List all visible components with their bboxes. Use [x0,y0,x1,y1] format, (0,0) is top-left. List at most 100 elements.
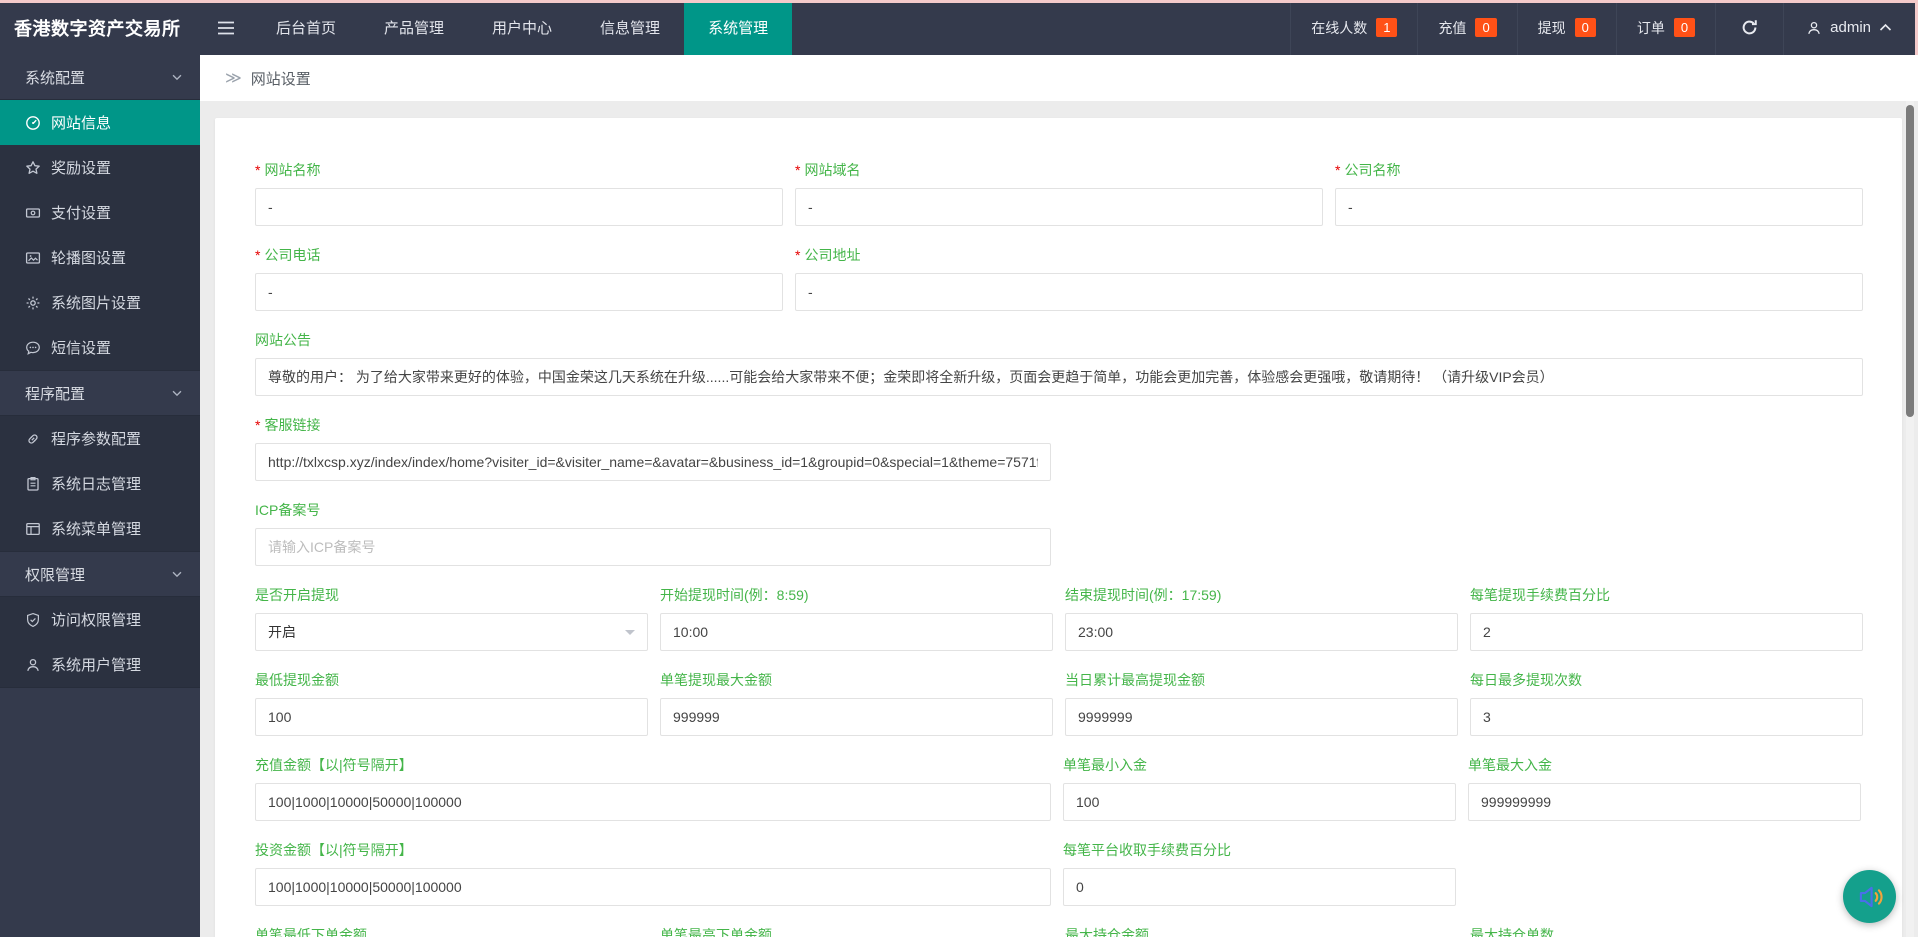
field-label: 网站公告 [255,332,311,348]
form-field-company-address: *公司地址 [795,245,1863,311]
site-name-input[interactable] [255,188,783,226]
form-field-site-announcement: 网站公告 [255,330,1863,396]
field-label: 最低提现金额 [255,672,339,688]
service-link-input[interactable] [255,443,1051,481]
navbar-right: 在线人数 1 充值 0 提现 0 订单 0 admin [1290,0,1918,55]
stat-online-users[interactable]: 在线人数 1 [1290,0,1417,55]
min-withdraw-input[interactable] [255,698,648,736]
field-label: 公司电话 [264,247,320,263]
nav-item-users[interactable]: 用户中心 [468,0,576,55]
form-field-service-link: *客服链接 [255,415,1051,481]
sidebar-item-program-params[interactable]: 程序参数配置 [0,416,200,461]
gauge-icon [25,115,41,131]
field-label: 每笔平台收取手续费百分比 [1063,842,1231,858]
field-label: 网站域名 [804,162,860,178]
form-field-withdraw-enabled: 是否开启提现 开启 [255,585,648,651]
withdraw-enabled-select[interactable]: 开启 [255,613,648,651]
stat-recharge[interactable]: 充值 0 [1417,0,1516,55]
field-label: 公司地址 [804,247,860,263]
sidebar-section-system-config[interactable]: 系统配置 [0,55,200,99]
form-field-min-withdraw: 最低提现金额 [255,670,648,736]
nav-item-dashboard[interactable]: 后台首页 [252,0,360,55]
scrollbar[interactable] [1906,101,1914,937]
sidebar-section-program-config[interactable]: 程序配置 [0,371,200,415]
stat-label: 在线人数 [1311,18,1367,38]
company-phone-input[interactable] [255,273,783,311]
user-menu[interactable]: admin [1783,0,1918,55]
required-asterisk: * [795,162,800,178]
sidebar-item-reward-settings[interactable]: 奖励设置 [0,145,200,190]
image-icon [25,250,41,266]
user-icon [1806,20,1822,36]
field-label: 网站名称 [264,162,320,178]
field-label: 每笔提现手续费百分比 [1470,587,1610,603]
sidebar-item-system-logs[interactable]: 系统日志管理 [0,461,200,506]
nav-item-products[interactable]: 产品管理 [360,0,468,55]
required-asterisk: * [1335,162,1340,178]
message-icon [25,340,41,356]
form-field-max-single-withdraw: 单笔提现最大金额 [660,670,1053,736]
site-domain-input[interactable] [795,188,1323,226]
form-field-max-daily-withdraw-count: 每日最多提现次数 [1470,670,1863,736]
required-asterisk: * [255,162,260,178]
max-single-withdraw-input[interactable] [660,698,1053,736]
scrollbar-thumb[interactable] [1906,105,1914,417]
nav-item-information[interactable]: 信息管理 [576,0,684,55]
chevron-up-icon [1879,23,1892,32]
refresh-button[interactable] [1715,0,1783,55]
form-field-site-name: *网站名称 [255,160,783,226]
field-label: 单笔最低下单金额 [255,927,367,937]
form-field-company-phone: *公司电话 [255,245,783,311]
form-field-withdraw-end-time: 结束提现时间(例：17:59) [1065,585,1458,651]
sidebar-toggle-button[interactable] [200,0,252,55]
invest-amounts-input[interactable] [255,868,1051,906]
sidebar-item-system-menus[interactable]: 系统菜单管理 [0,506,200,551]
form-field-max-deposit: 单笔最大入金 [1468,755,1861,821]
form-field-recharge-amounts: 充值金额【以|符号隔开】 [255,755,1051,821]
app-shell: 香港数字资产交易所 后台首页 产品管理 用户中心 信息管理 系统管理 在线人数 … [0,0,1918,937]
recharge-amounts-input[interactable] [255,783,1051,821]
required-asterisk: * [255,417,260,433]
status-badge: 0 [1575,18,1596,37]
platform-fee-percent-input[interactable] [1063,868,1456,906]
field-label: 结束提现时间(例：17:59) [1065,587,1221,603]
sidebar-item-sms-settings[interactable]: 短信设置 [0,325,200,370]
sidebar-item-carousel-settings[interactable]: 轮播图设置 [0,235,200,280]
form-field-min-order-amount: 单笔最低下单金额 [255,925,648,937]
sidebar-item-system-images[interactable]: 系统图片设置 [0,280,200,325]
link-icon [25,431,41,447]
form-field-max-position-count: 最大持仓单数 [1470,925,1863,937]
sidebar-section-permission[interactable]: 权限管理 [0,552,200,596]
nav-item-system[interactable]: 系统管理 [684,0,792,55]
main-area: ≫ 网站设置 *网站名称 *网站域名 [200,55,1918,937]
sidebar-item-site-info[interactable]: 网站信息 [0,100,200,145]
withdraw-start-time-input[interactable] [660,613,1053,651]
sidebar-item-payment-settings[interactable]: 支付设置 [0,190,200,235]
stat-withdraw[interactable]: 提现 0 [1517,0,1616,55]
sidebar-item-system-users[interactable]: 系统用户管理 [0,642,200,687]
stat-orders[interactable]: 订单 0 [1616,0,1715,55]
field-label: 公司名称 [1344,162,1400,178]
chevron-down-icon [170,70,184,84]
hamburger-icon [217,21,235,35]
money-icon [25,205,41,221]
required-asterisk: * [795,247,800,263]
max-deposit-input[interactable] [1468,783,1861,821]
double-chevron-icon: ≫ [225,68,242,88]
sidebar-item-access-permission[interactable]: 访问权限管理 [0,597,200,642]
withdraw-fee-percent-input[interactable] [1470,613,1863,651]
stat-label: 充值 [1438,18,1466,38]
chevron-down-icon [170,386,184,400]
icp-number-input[interactable] [255,528,1051,566]
site-announcement-input[interactable] [255,358,1863,396]
withdraw-end-time-input[interactable] [1065,613,1458,651]
sidebar: 系统配置 网站信息 奖励设置 支付设置 轮播图设置 [0,55,200,937]
stat-label: 提现 [1538,18,1566,38]
field-label: 充值金额【以|符号隔开】 [255,757,413,773]
max-daily-withdraw-count-input[interactable] [1470,698,1863,736]
max-daily-withdraw-input[interactable] [1065,698,1458,736]
min-deposit-input[interactable] [1063,783,1456,821]
announcement-speaker-button[interactable] [1843,870,1896,923]
company-name-input[interactable] [1335,188,1863,226]
company-address-input[interactable] [795,273,1863,311]
